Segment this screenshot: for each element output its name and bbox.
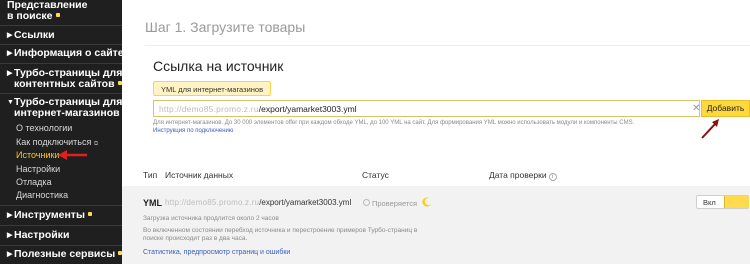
arrow-down-icon: ▼ <box>7 99 14 106</box>
sidebar-subitem-debug[interactable]: Отладка <box>16 177 52 187</box>
crawl-note-line2: поиске происходит раз в два часа. <box>143 235 248 242</box>
statistics-link[interactable]: Статистика, предпросмотр страниц и ошибк… <box>143 249 290 256</box>
clock-icon <box>363 199 370 206</box>
add-button[interactable]: Добавить <box>701 100 750 117</box>
divider <box>0 245 122 246</box>
sidebar-item-label: интернет-магазинов <box>14 107 120 119</box>
crawl-note-line1: Во включенном состоянии перебход источни… <box>143 227 418 234</box>
panel-title: Ссылка на источник <box>153 58 284 74</box>
source-url-input[interactable]: http://demo85.promo.z.ru/export/yamarket… <box>153 100 700 117</box>
column-header-check-date: Дата проверки i <box>489 170 557 181</box>
cell-status: Проверяется <box>363 199 417 208</box>
moon-icon <box>422 197 431 207</box>
divider <box>0 205 122 206</box>
sidebar-item-settings[interactable]: ▶ Настройки <box>7 230 120 241</box>
sidebar-item-tools[interactable]: ▶ Инструменты <box>7 210 120 221</box>
sidebar-item-links[interactable]: ▶ Ссылки <box>7 30 120 41</box>
sidebar-item-label: в поиске <box>7 10 53 22</box>
column-header-status: Статус <box>362 170 389 180</box>
divider <box>0 25 122 26</box>
annotation-arrow-icon <box>701 119 719 139</box>
toggle-label: Вкл <box>703 198 716 207</box>
help-text: Для интернет-магазинов. До 30 000 элемен… <box>153 120 635 126</box>
sidebar-item-turbo-shops[interactable]: ▼Турбо-страницы для интернет-магазинов <box>7 97 122 119</box>
load-duration-note: Загрузка источника продлится около 2 час… <box>143 215 279 222</box>
sidebar-item-label: Инструменты <box>14 209 85 221</box>
sidebar-item-label: Информация о сайте <box>14 47 122 59</box>
clear-icon[interactable]: ✕ <box>692 103 700 114</box>
sidebar: Представление в поиске ▶ Ссылки ▶ Информац… <box>0 0 122 264</box>
sidebar-item-label: Ссылки <box>14 29 55 41</box>
annotation-arrow-icon <box>58 150 87 160</box>
divider <box>0 44 122 45</box>
sidebar-item-turbo-content[interactable]: ▶ Турбо-страницы для контентных сайтов <box>7 68 122 90</box>
sidebar-subitem-about[interactable]: О технологии <box>16 123 72 133</box>
cell-source: http://demo85.promo.z.ru/export/yamarket… <box>165 198 352 207</box>
new-indicator-icon <box>55 13 60 17</box>
cell-type: YML <box>143 198 162 208</box>
divider <box>0 63 122 64</box>
step-title: Шаг 1. Загрузите товары <box>145 19 306 35</box>
arrow-right-icon: ▶ <box>7 50 13 57</box>
arrow-right-icon: ▶ <box>7 232 13 239</box>
sidebar-item-services[interactable]: ▶ Полезные сервисы <box>7 248 122 260</box>
sidebar-subitem-sources[interactable]: Источники <box>16 150 59 160</box>
source-toggle[interactable]: Вкл <box>696 195 749 209</box>
sidebar-item-label: контентных сайтов <box>14 78 115 90</box>
source-url-value: http://demo85.promo.z.ru/export/yamarket… <box>159 104 357 114</box>
toggle-knob <box>724 196 749 208</box>
column-header-source: Источник данных <box>165 170 234 180</box>
sidebar-subitem-diagnostics[interactable]: Диагностика <box>16 190 68 200</box>
arrow-right-icon: ▶ <box>7 32 13 39</box>
sidebar-item-site-info[interactable]: ▶ Информация о сайте <box>7 47 122 59</box>
new-indicator-icon <box>87 212 92 216</box>
divider <box>0 225 122 226</box>
divider <box>0 93 122 94</box>
instruction-link[interactable]: Инструкция по подключению <box>153 128 233 134</box>
external-link-icon: ⧉ <box>93 141 99 147</box>
sidebar-subitem-settings[interactable]: Настройки <box>16 164 60 174</box>
arrow-right-icon: ▶ <box>7 212 13 219</box>
arrow-right-icon: ▶ <box>7 70 13 77</box>
yml-type-button[interactable]: YML для интернет-магазинов <box>153 81 272 96</box>
info-icon[interactable]: i <box>548 173 557 181</box>
table-row: YML http://demo85.promo.z.ru/export/yama… <box>122 186 750 264</box>
new-indicator-icon <box>117 81 122 85</box>
source-panel: Ссылка на источник YML для интернет-мага… <box>145 45 750 137</box>
column-header-type: Тип <box>143 170 158 180</box>
sidebar-item-presentation[interactable]: Представление в поиске <box>7 0 120 22</box>
arrow-right-icon: ▶ <box>7 251 13 258</box>
sidebar-item-label: Настройки <box>14 229 70 241</box>
sidebar-subitem-how-to-connect[interactable]: Как подключиться ⧉ <box>16 137 98 149</box>
sidebar-item-label: Полезные сервисы <box>14 248 116 260</box>
